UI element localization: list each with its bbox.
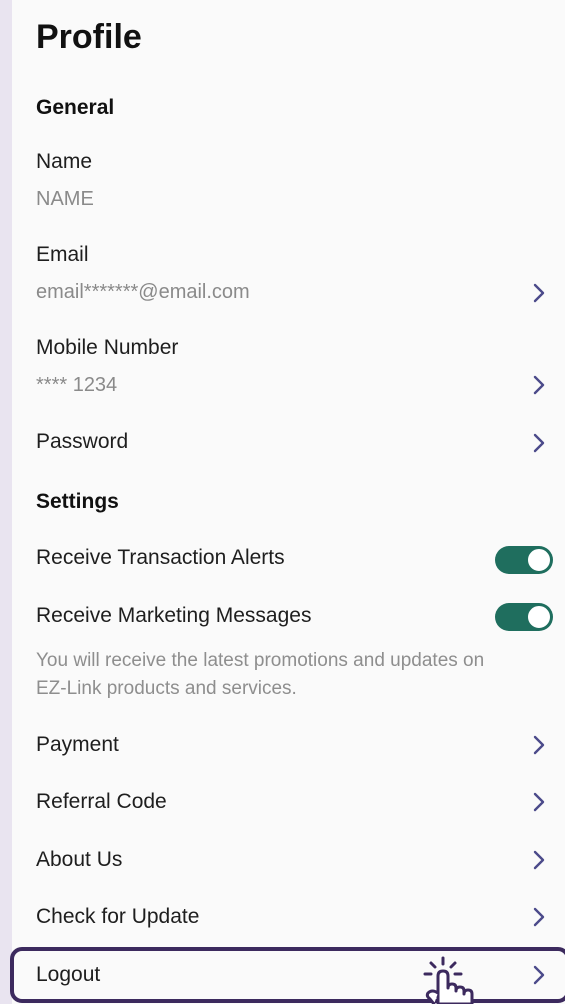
marketing-messages-toggle[interactable] <box>495 603 553 631</box>
chevron-right-icon[interactable] <box>530 849 548 871</box>
marketing-note: You will receive the latest promotions a… <box>36 650 485 699</box>
chevron-right-icon[interactable] <box>530 906 548 928</box>
logout-label: Logout <box>36 963 101 986</box>
chevron-right-icon[interactable] <box>530 791 548 813</box>
email-label: Email <box>36 243 89 266</box>
name-label: Name <box>36 150 93 173</box>
chevron-right-icon[interactable] <box>530 734 548 756</box>
payment-label: Payment <box>36 733 119 756</box>
chevron-right-icon[interactable] <box>530 432 548 454</box>
email-row[interactable] <box>12 238 565 318</box>
toggle-knob <box>526 547 552 573</box>
check-for-update-label: Check for Update <box>36 905 200 928</box>
email-value: email*******@email.com <box>36 281 250 303</box>
mobile-number-value: **** 1234 <box>36 374 118 396</box>
chevron-right-icon[interactable] <box>530 964 548 986</box>
mobile-number-label: Mobile Number <box>36 336 179 359</box>
toggle-knob <box>526 604 552 630</box>
transaction-alerts-label: Receive Transaction Alerts <box>36 546 285 569</box>
about-us-label: About Us <box>36 848 123 871</box>
transaction-alerts-toggle[interactable] <box>495 546 553 574</box>
referral-code-label: Referral Code <box>36 790 167 813</box>
marketing-messages-label: Receive Marketing Messages <box>36 604 312 627</box>
password-label: Password <box>36 430 129 453</box>
hand-pointer-icon <box>410 955 480 1004</box>
name-value: NAME <box>36 188 94 210</box>
page-title: Profile <box>36 18 142 56</box>
section-settings-heading: Settings <box>36 490 119 513</box>
chevron-right-icon[interactable] <box>530 282 548 304</box>
chevron-right-icon[interactable] <box>530 374 548 396</box>
section-general-heading: General <box>36 96 115 119</box>
